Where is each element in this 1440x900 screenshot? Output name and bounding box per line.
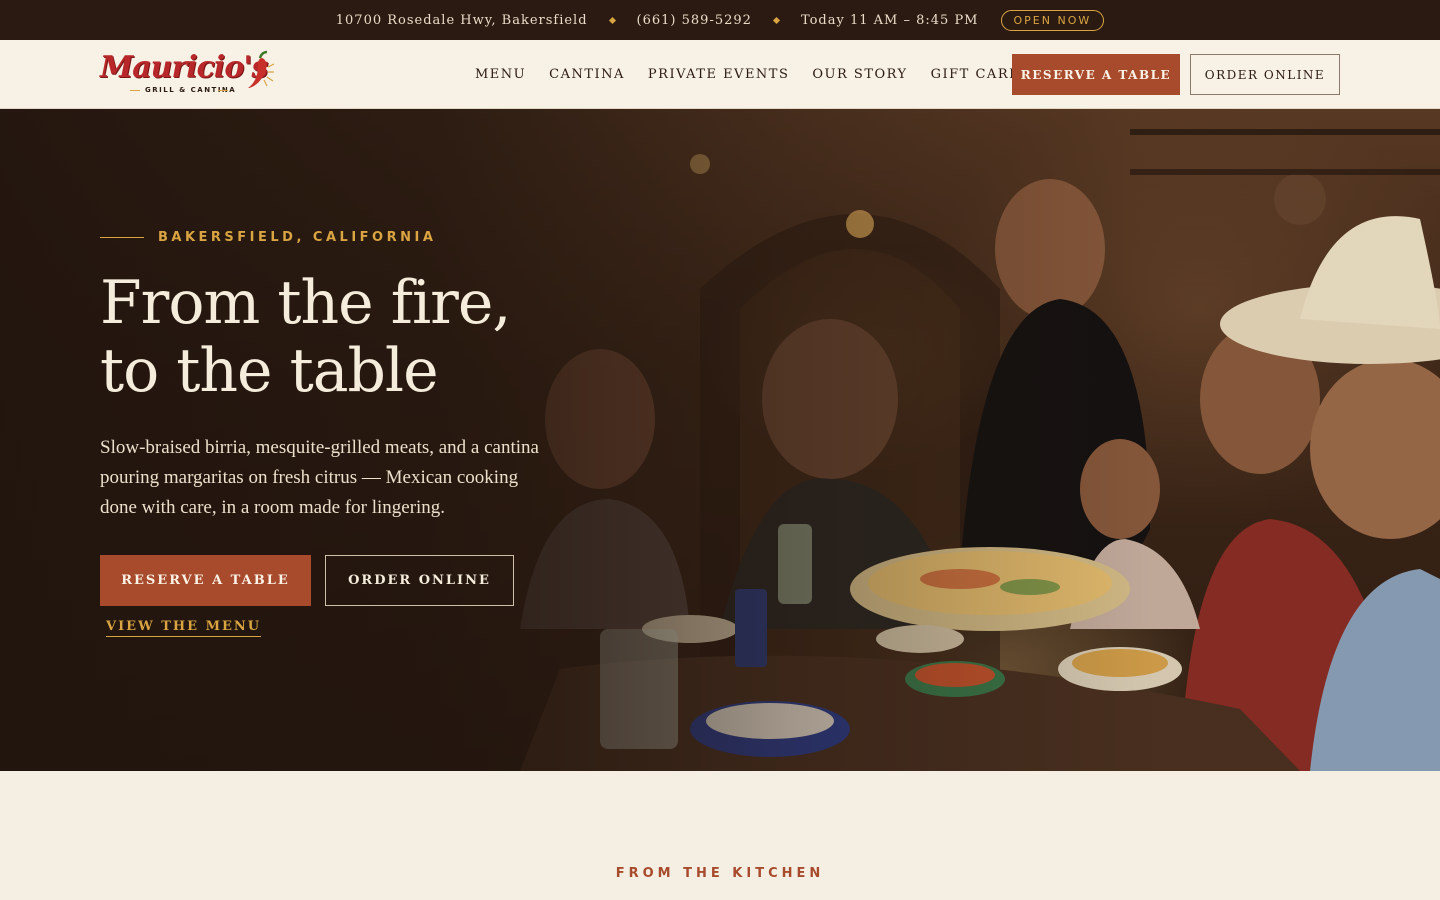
hero-title-line-2: to the table xyxy=(100,336,439,406)
nav-item-cantina[interactable]: CANTINA xyxy=(549,67,625,82)
hero-reserve-button[interactable]: RESERVE A TABLE xyxy=(100,555,311,606)
logo-rule xyxy=(218,90,228,91)
hero-title: From the fire, to the table xyxy=(100,269,660,405)
main-nav: MENU CANTINA PRIVATE EVENTS OUR STORY GI… xyxy=(475,40,1031,109)
hero-section: BAKERSFIELD, CALIFORNIA From the fire, t… xyxy=(0,109,1440,771)
nav-item-menu[interactable]: MENU xyxy=(475,67,526,82)
logo-wordmark: Mauricio's xyxy=(100,50,268,85)
nav-item-our-story[interactable]: OUR STORY xyxy=(812,67,907,82)
top-info-bar: 10700 Rosedale Hwy, Bakersfield (661) 58… xyxy=(0,0,1440,40)
diamond-separator-icon xyxy=(608,16,616,24)
logo[interactable]: Mauricio's GRILL & CANTINA xyxy=(100,50,275,100)
hours-text: Today 11 AM – 8:45 PM xyxy=(800,12,979,28)
hero-description: Slow-braised birria, mesquite-grilled me… xyxy=(100,437,539,518)
hero-eyebrow: BAKERSFIELD, CALIFORNIA xyxy=(100,230,436,245)
kitchen-section-eyebrow: FROM THE KITCHEN xyxy=(615,866,825,881)
diamond-separator-icon xyxy=(772,16,780,24)
open-status-badge: OPEN NOW xyxy=(1000,9,1105,31)
nav-item-private-events[interactable]: PRIVATE EVENTS xyxy=(648,67,789,82)
eyebrow-rule xyxy=(100,237,144,238)
logo-rule xyxy=(130,90,140,91)
address-text[interactable]: 10700 Rosedale Hwy, Bakersfield xyxy=(336,13,588,28)
hero-order-online-button[interactable]: ORDER ONLINE xyxy=(325,555,514,606)
hero-location-text: BAKERSFIELD, CALIFORNIA xyxy=(158,230,437,245)
header-reserve-button[interactable]: RESERVE A TABLE xyxy=(1012,54,1180,95)
view-menu-link[interactable]: VIEW THE MENU xyxy=(106,619,262,637)
site-header: Mauricio's GRILL & CANTINA MENU CANTINA … xyxy=(0,40,1440,109)
hero-title-line-1: From the fire, xyxy=(100,268,511,338)
chili-pepper-icon xyxy=(248,50,275,88)
header-order-online-button[interactable]: ORDER ONLINE xyxy=(1190,54,1340,95)
phone-link[interactable]: (661) 589-5292 xyxy=(637,13,752,28)
